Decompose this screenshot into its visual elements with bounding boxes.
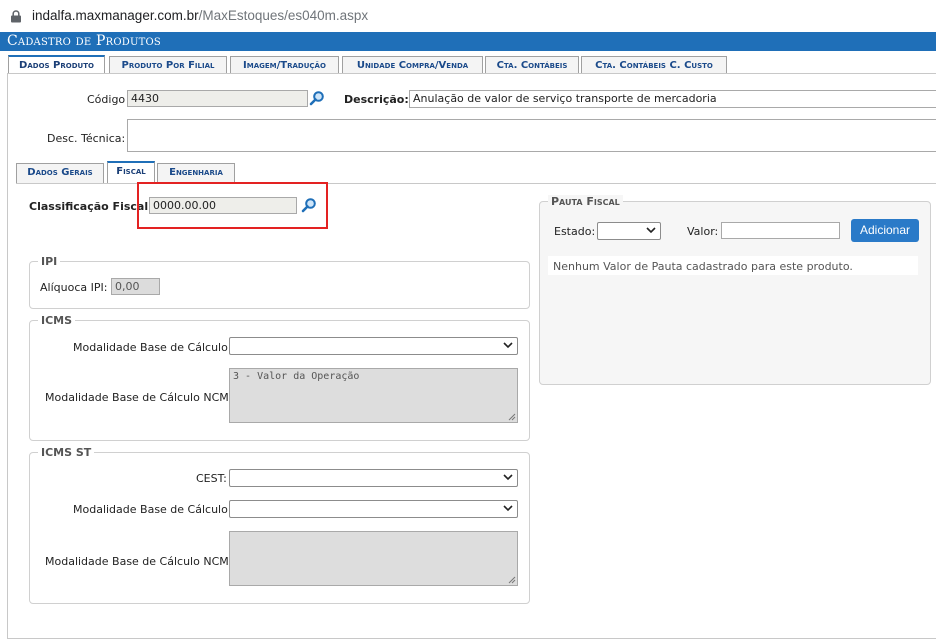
codigo-field[interactable]: 4430	[127, 90, 308, 107]
estado-select[interactable]	[597, 222, 661, 240]
cest-select[interactable]	[229, 469, 518, 487]
valor-label: Valor:	[687, 225, 719, 238]
search-icon[interactable]	[309, 90, 325, 106]
chevron-down-icon	[503, 505, 513, 512]
resize-grip-icon[interactable]	[508, 413, 516, 421]
icms-modalidade-ncm-textarea: 3 - Valor da Operação	[229, 368, 518, 423]
tab-engenharia[interactable]: Engenharia	[157, 163, 235, 183]
page-title: Cadastro de Produtos	[0, 32, 936, 51]
pauta-empty-message: Nenhum Valor de Pauta cadastrado para es…	[553, 260, 853, 273]
descricao-label: Descrição:	[344, 93, 409, 106]
icms-modalidade-label: Modalidade Base de Cálculo:	[73, 341, 232, 354]
chevron-down-icon	[646, 227, 656, 234]
tab-fiscal[interactable]: Fiscal	[107, 161, 155, 183]
url-host: indalfa.maxmanager.com.br	[32, 8, 199, 23]
ipi-legend: IPI	[38, 255, 61, 268]
tab-dados-gerais[interactable]: Dados Gerais	[16, 163, 104, 183]
adicionar-button[interactable]: Adicionar	[851, 219, 919, 242]
descricao-field[interactable]: Anulação de valor de serviço transporte …	[409, 90, 936, 108]
pauta-fiscal-legend: Pauta Fiscal	[548, 195, 623, 208]
url-text[interactable]: indalfa.maxmanager.com.br/MaxEstoques/es…	[32, 8, 368, 23]
icms-st-modalidade-ncm-label: Modalidade Base de Cálculo NCM:	[45, 555, 233, 568]
cest-label: CEST:	[196, 472, 227, 485]
estado-label: Estado:	[554, 225, 596, 238]
icms-st-legend: ICMS ST	[38, 446, 95, 459]
icms-modalidade-ncm-label: Modalidade Base de Cálculo NCM:	[45, 391, 233, 404]
chevron-down-icon	[503, 342, 513, 349]
browser-address-bar[interactable]: indalfa.maxmanager.com.br/MaxEstoques/es…	[0, 0, 936, 33]
icms-modalidade-ncm-value: 3 - Valor da Operação	[233, 371, 360, 382]
aliquota-ipi-field: 0,00	[111, 278, 160, 295]
aliquota-ipi-label: Alíquoca IPI:	[40, 281, 108, 294]
codigo-label: Código	[87, 93, 126, 106]
resize-grip-icon[interactable]	[508, 576, 516, 584]
icms-st-modalidade-ncm-textarea	[229, 531, 518, 586]
classificacao-fiscal-label: Classificação Fiscal:	[29, 200, 153, 213]
chevron-down-icon	[503, 474, 513, 481]
icms-modalidade-select[interactable]	[229, 337, 518, 355]
valor-field[interactable]	[721, 222, 840, 239]
icms-st-modalidade-label: Modalidade Base de Cálculo:	[73, 503, 232, 516]
icms-legend: ICMS	[38, 314, 76, 327]
highlight-box	[137, 182, 328, 229]
desc-tecnica-field[interactable]	[127, 119, 936, 152]
desc-tecnica-label: Desc. Técnica:	[47, 132, 126, 145]
lock-icon	[11, 10, 21, 23]
url-path: /MaxEstoques/es040m.aspx	[198, 8, 369, 23]
icms-st-modalidade-select[interactable]	[229, 500, 518, 518]
